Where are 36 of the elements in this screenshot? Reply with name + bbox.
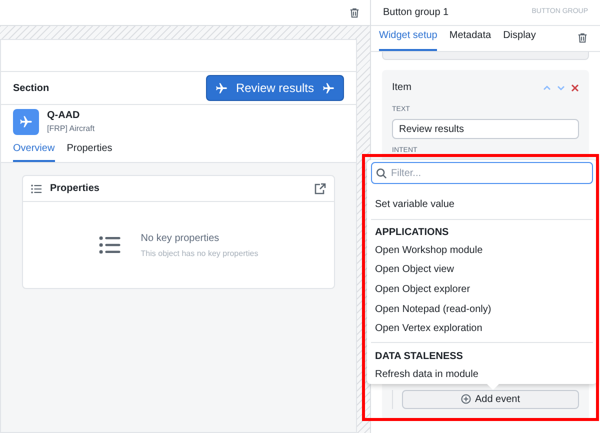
- list-icon: [31, 184, 42, 194]
- trash-icon[interactable]: [577, 32, 588, 44]
- panel-title: Button group 1: [383, 6, 449, 20]
- menu-item[interactable]: Open Object view: [367, 260, 597, 280]
- menu-item[interactable]: Set variable value: [367, 194, 597, 215]
- card-title: Properties: [50, 182, 100, 196]
- item-title: Item: [392, 81, 412, 95]
- filter-field[interactable]: Filter...: [371, 162, 593, 184]
- menu-item[interactable]: Open Object explorer: [367, 280, 597, 300]
- plus-circle-icon: [460, 394, 471, 404]
- menu-item[interactable]: Open Workshop module: [367, 240, 597, 260]
- menu-item[interactable]: Open Notepad (read-only): [367, 299, 597, 319]
- object-name: Q-AAD: [47, 109, 81, 123]
- search-icon: [376, 168, 387, 178]
- airplane-icon: [214, 82, 228, 94]
- tab[interactable]: Metadata: [449, 28, 492, 51]
- empty-title: No key properties: [140, 232, 220, 246]
- trash-icon[interactable]: [349, 6, 360, 18]
- menu-section-header: DATA STALENESS: [374, 350, 464, 364]
- tab[interactable]: Properties: [66, 141, 112, 162]
- airplane-icon: [322, 82, 335, 94]
- airplane-icon: [19, 114, 33, 128]
- menu-item[interactable]: Open Vertex exploration: [367, 318, 597, 338]
- menu-item[interactable]: Refresh data in module: [367, 364, 597, 384]
- menu-section-header: APPLICATIONS: [374, 226, 450, 240]
- empty-list-icon: [98, 235, 121, 255]
- external-link-icon[interactable]: [314, 182, 326, 194]
- empty-text: This object has no key properties: [140, 248, 258, 260]
- close-icon[interactable]: [571, 84, 579, 92]
- section-title: Section: [13, 82, 50, 96]
- review-results-button[interactable]: Review results: [206, 75, 344, 101]
- text-field[interactable]: Review results: [392, 119, 579, 139]
- object-type: [FRP] Aircraft: [47, 123, 95, 135]
- tab[interactable]: Display: [503, 28, 536, 51]
- filter-input[interactable]: Filter...: [391, 166, 588, 180]
- add-event-button[interactable]: Add event: [402, 390, 579, 408]
